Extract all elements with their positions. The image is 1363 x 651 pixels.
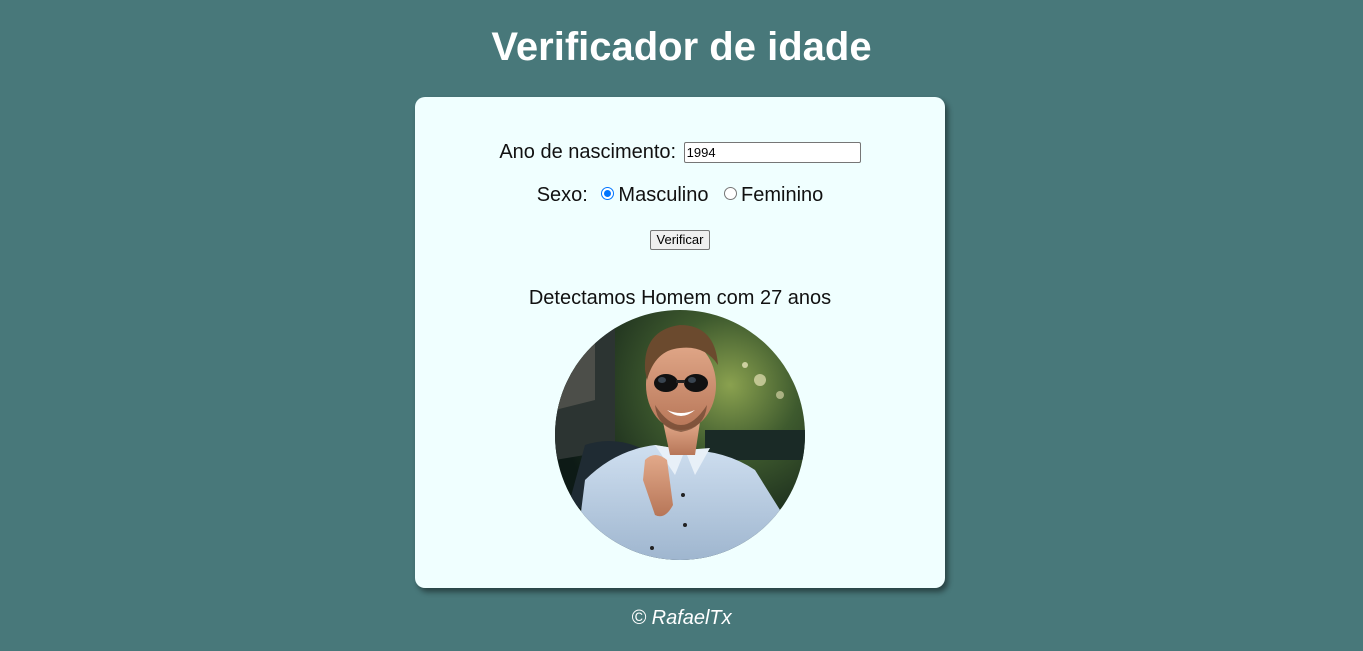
verify-button[interactable]: Verificar — [649, 230, 711, 250]
button-row: Verificar — [415, 230, 945, 250]
radio-masculino-label[interactable]: Masculino — [618, 184, 708, 206]
birth-year-row: Ano de nascimento: — [415, 140, 945, 164]
radio-feminino[interactable] — [724, 187, 738, 200]
birth-year-input[interactable] — [683, 142, 861, 163]
verifier-card: Ano de nascimento: Sexo: Masculino Femin… — [415, 97, 945, 588]
result-text: Detectamos Homem com 27 anos — [528, 287, 832, 309]
birth-year-label: Ano de nascimento: — [499, 141, 677, 163]
sex-row: Sexo: Masculino Feminino — [415, 183, 945, 207]
radio-masculino[interactable] — [601, 187, 615, 200]
result-photo — [555, 310, 805, 560]
page-title: Verificador de idade — [491, 25, 872, 69]
sex-label: Sexo: — [536, 184, 588, 206]
radio-feminino-label[interactable]: Feminino — [741, 184, 823, 206]
footer-credit: © RafaelTx — [631, 607, 732, 629]
man-photo-icon — [555, 310, 805, 560]
